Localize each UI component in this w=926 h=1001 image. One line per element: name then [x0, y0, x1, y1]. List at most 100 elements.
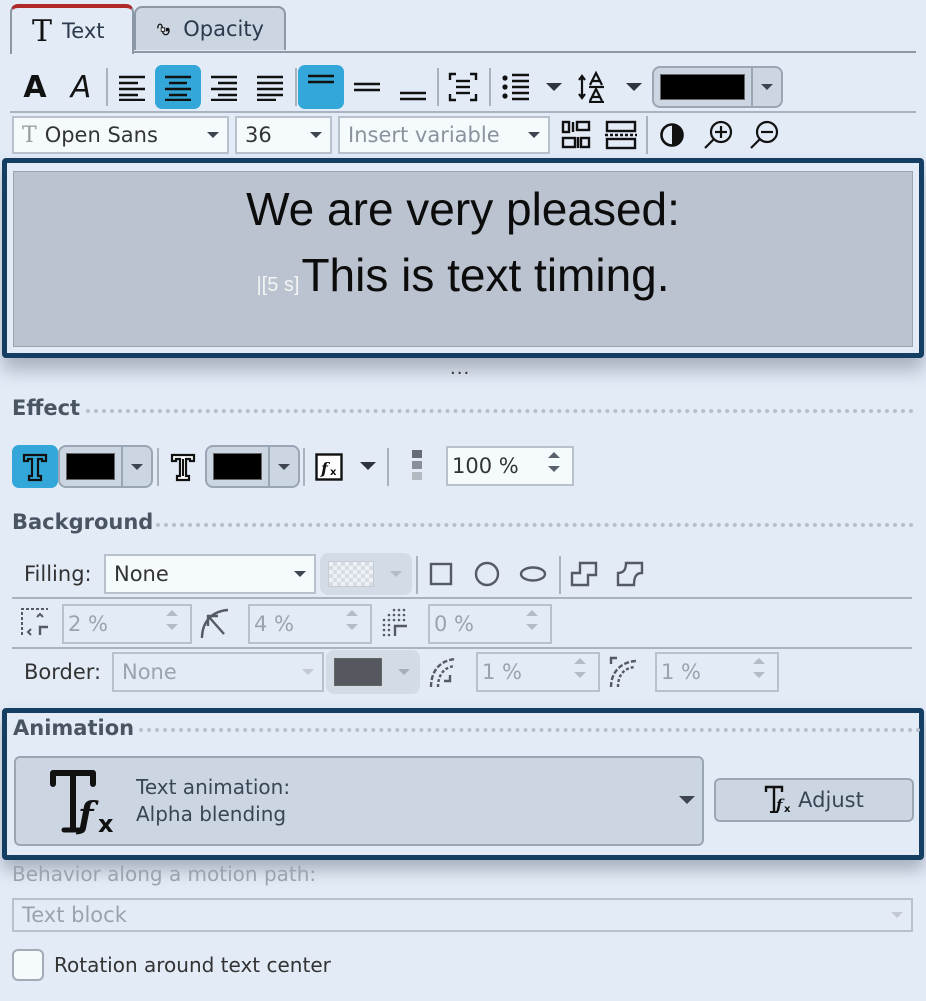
- filling-color-swatch: [328, 561, 374, 587]
- effect-opacity-value: 100 %: [452, 454, 519, 478]
- text-outline-button[interactable]: [160, 445, 206, 489]
- italic-button[interactable]: A: [58, 65, 104, 109]
- padding-icon: [20, 607, 50, 641]
- rotation-checkbox[interactable]: [12, 949, 44, 981]
- border-width-value: 1 %: [482, 660, 522, 684]
- line-spacing-button[interactable]: [570, 65, 616, 109]
- outline-color-dropdown[interactable]: [268, 447, 298, 486]
- columns-layout-button[interactable]: [553, 113, 599, 157]
- font-select[interactable]: T Open Sans: [12, 116, 229, 154]
- align-left-icon: [119, 75, 145, 101]
- padding-spinner[interactable]: 2 %: [62, 604, 192, 644]
- border-select[interactable]: None: [112, 652, 324, 692]
- shape-ellipse-button[interactable]: [510, 552, 556, 596]
- separator: [437, 68, 439, 106]
- border-color-picker[interactable]: [326, 650, 420, 694]
- bold-button[interactable]: A: [12, 65, 58, 109]
- circle-icon: [474, 561, 500, 587]
- spin-up-icon[interactable]: [526, 610, 538, 616]
- align-center-button[interactable]: [155, 65, 201, 109]
- outline-color-picker[interactable]: [205, 445, 300, 488]
- fit-frame-icon: [448, 72, 478, 102]
- spin-up-icon[interactable]: [574, 658, 586, 664]
- text-color-dropdown[interactable]: [751, 68, 781, 106]
- motion-path-select[interactable]: Text block: [12, 898, 913, 932]
- spin-down-icon[interactable]: [166, 624, 178, 630]
- separator: [489, 68, 491, 106]
- corner-style-step-button[interactable]: [561, 552, 607, 596]
- text-fill-icon: [22, 453, 48, 481]
- valign-top-button[interactable]: [298, 65, 344, 109]
- softness-spinner[interactable]: 0 %: [428, 604, 552, 644]
- line-spacing-dropdown-arrow[interactable]: [626, 83, 642, 91]
- autofit-button[interactable]: [440, 65, 486, 109]
- zoom-in-icon: [704, 120, 733, 149]
- filling-label: Filling:: [24, 562, 92, 586]
- valign-middle-button[interactable]: [344, 65, 390, 109]
- section-divider: [86, 409, 914, 413]
- fill-color-dropdown[interactable]: [121, 447, 151, 486]
- chevron-down-icon: [398, 669, 410, 675]
- motion-path-label: Behavior along a motion path:: [12, 862, 317, 886]
- spin-down-icon[interactable]: [548, 466, 560, 472]
- adjust-animation-button[interactable]: f x Adjust: [714, 778, 914, 822]
- italic-icon: A: [70, 69, 92, 105]
- valign-bottom-button[interactable]: [390, 65, 436, 109]
- separator: [646, 116, 648, 154]
- align-left-button[interactable]: [109, 65, 155, 109]
- contrast-button[interactable]: [649, 113, 695, 157]
- border-color-dropdown[interactable]: [388, 652, 418, 692]
- rows-layout-button[interactable]: [598, 113, 644, 157]
- spin-down-icon[interactable]: [753, 672, 765, 678]
- border-width-spinner[interactable]: 1 %: [476, 652, 600, 692]
- text-color-swatch: [660, 74, 745, 100]
- corner-style-curve-button[interactable]: [607, 552, 653, 596]
- separator: [295, 68, 297, 106]
- fx-icon: fx: [315, 453, 343, 481]
- animation-section-title: Animation: [13, 716, 135, 740]
- spin-down-icon[interactable]: [574, 672, 586, 678]
- font-size-select[interactable]: 36: [235, 116, 332, 154]
- tab-text[interactable]: T Text: [10, 4, 134, 54]
- effect-opacity-spinner[interactable]: 100 %: [446, 446, 574, 486]
- rotation-checkbox-label[interactable]: Rotation around text center: [54, 953, 331, 977]
- align-right-icon: [211, 75, 237, 101]
- text-preview[interactable]: We are very pleased: |[5 s]This is text …: [13, 171, 913, 347]
- spin-up-icon[interactable]: [753, 658, 765, 664]
- spin-up-icon[interactable]: [548, 452, 560, 458]
- list-button[interactable]: [493, 65, 539, 109]
- spin-up-icon[interactable]: [346, 610, 358, 616]
- align-justify-button[interactable]: [247, 65, 293, 109]
- zoom-in-button[interactable]: [695, 113, 741, 157]
- timing-marker[interactable]: |[5 s]: [256, 274, 299, 296]
- align-right-button[interactable]: [201, 65, 247, 109]
- filling-select[interactable]: None: [104, 554, 316, 594]
- border-radius-spinner[interactable]: 1 %: [655, 652, 779, 692]
- border-value: None: [122, 660, 177, 684]
- filling-color-dropdown[interactable]: [380, 555, 410, 593]
- filling-value: None: [114, 562, 169, 586]
- text-fill-button[interactable]: [12, 445, 58, 488]
- text-color-picker[interactable]: [652, 66, 783, 108]
- effect-dropdown-arrow[interactable]: [360, 462, 376, 470]
- shape-rectangle-button[interactable]: [418, 552, 464, 596]
- spin-down-icon[interactable]: [346, 624, 358, 630]
- shape-circle-button[interactable]: [464, 552, 510, 596]
- text-effect-button[interactable]: fx: [306, 445, 352, 489]
- spin-up-icon[interactable]: [166, 610, 178, 616]
- filling-color-picker[interactable]: [320, 553, 412, 595]
- fill-color-picker[interactable]: [58, 445, 153, 488]
- insert-variable-select[interactable]: Insert variable: [338, 116, 550, 154]
- tab-opacity[interactable]: Opacity: [134, 6, 286, 50]
- splitter-handle[interactable]: ...: [450, 358, 470, 379]
- list-dropdown-arrow[interactable]: [546, 83, 562, 91]
- insert-variable-placeholder: Insert variable: [348, 123, 500, 147]
- zoom-out-button[interactable]: [741, 113, 787, 157]
- font-size-value: 36: [245, 123, 272, 147]
- text-animation-select[interactable]: f x Text animation: Alpha blending: [14, 756, 704, 846]
- corner-radius-spinner[interactable]: 4 %: [248, 604, 372, 644]
- spin-down-icon[interactable]: [526, 624, 538, 630]
- chevron-down-icon: [679, 796, 695, 804]
- valign-bottom-icon: [400, 91, 426, 101]
- contrast-icon: [660, 123, 684, 147]
